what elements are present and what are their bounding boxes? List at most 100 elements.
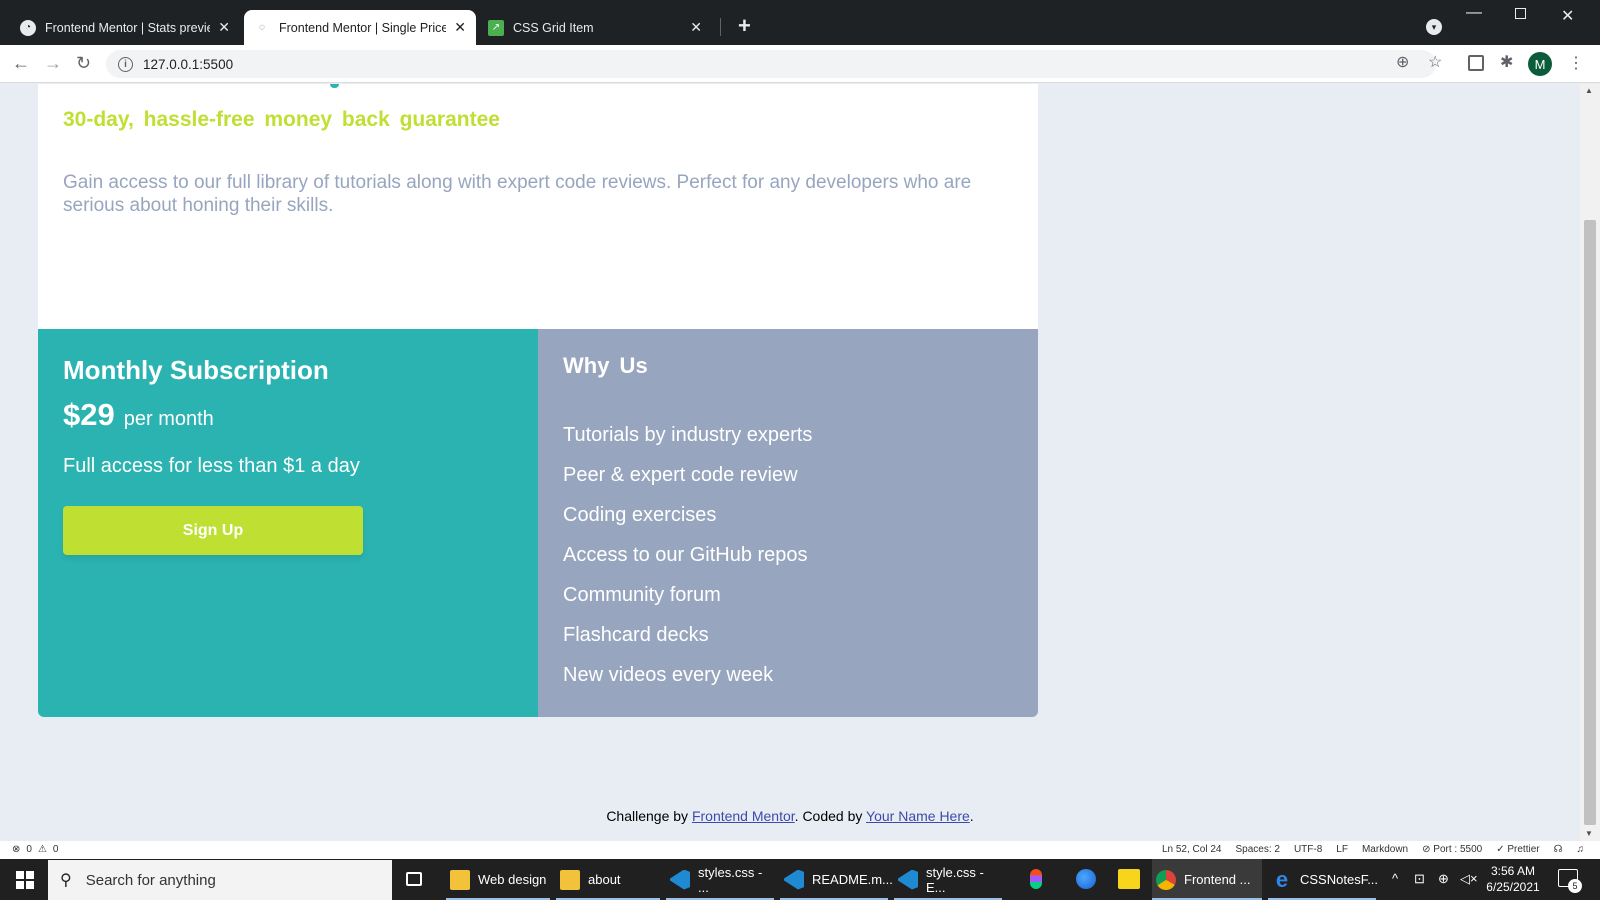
port-icon: ⊘ (1422, 844, 1434, 855)
browser-toolbar: ← → ↻ i 127.0.0.1:5500 ⊕ ☆ ✱ M ⋮ (0, 45, 1600, 83)
error-icon: ⊗ (12, 844, 21, 855)
bookmark-star-icon[interactable]: ☆ (1428, 52, 1442, 72)
frontend-mentor-link[interactable]: Frontend Mentor (692, 808, 795, 824)
list-item: Tutorials by industry experts (563, 424, 813, 446)
attribution-suffix: . (969, 808, 974, 824)
tab-css-grid-item[interactable]: ↗ CSS Grid Item ✕ (478, 10, 712, 45)
list-item: Peer & expert code review (563, 464, 798, 486)
zoom-icon[interactable]: ⊕ (1396, 52, 1409, 72)
browser-tab-bar: ◔ Frontend Mentor | Stats preview ✕ ◌ Fr… (0, 0, 1600, 45)
tab-title: Frontend Mentor | Stats preview (45, 20, 211, 35)
scroll-thumb[interactable] (1584, 220, 1596, 825)
figma-icon[interactable] (1030, 869, 1042, 889)
new-tab-icon[interactable]: + (738, 14, 751, 38)
meet-now-icon[interactable]: ⊡ (1414, 871, 1425, 887)
taskbar-item-style-css[interactable]: style.css - E... (894, 859, 1002, 900)
taskbar-item-styles-css[interactable]: styles.css - ... (666, 859, 774, 900)
chart-favicon-icon: ↗ (488, 19, 504, 36)
taskbar-item-readme[interactable]: README.m... (780, 859, 893, 900)
prettier-status[interactable]: ✓ Prettier (1496, 844, 1539, 855)
close-icon[interactable]: ✕ (454, 19, 466, 36)
notification-badge: 5 (1568, 879, 1582, 893)
bell-icon[interactable]: ♫ (1577, 844, 1585, 855)
taskbar-item-label: Web design (478, 872, 547, 887)
vscode-icon (784, 869, 804, 890)
chevron-up-icon[interactable]: ^ (1392, 871, 1398, 886)
sticky-notes-icon[interactable] (1118, 869, 1140, 889)
encoding[interactable]: UTF-8 (1294, 844, 1322, 855)
sign-up-button[interactable]: Sign Up (63, 506, 363, 555)
price-amount: $29 (63, 397, 115, 432)
cursor-position[interactable]: Ln 52, Col 24 (1162, 844, 1222, 855)
loading-favicon-icon: ◌ (259, 22, 265, 33)
taskbar-item-about[interactable]: about (556, 859, 660, 900)
address-bar[interactable]: i 127.0.0.1:5500 (106, 50, 1436, 78)
site-info-icon[interactable]: i (118, 56, 133, 72)
task-view-icon[interactable] (406, 872, 422, 886)
why-us-list: Tutorials by industry experts Peer & exp… (563, 423, 812, 703)
taskbar-clock[interactable]: 3:56 AM 6/25/2021 (1480, 863, 1546, 895)
taskbar-item-edge[interactable]: e CSSNotesF... (1268, 859, 1379, 900)
tab-title: CSS Grid Item (513, 20, 594, 35)
folder-icon (450, 869, 470, 890)
card-top-section: 30-day, hassle-free money back guarantee… (38, 84, 1038, 329)
back-icon[interactable]: ← (12, 53, 30, 74)
puzzle-extensions-icon[interactable]: ✱ (1500, 52, 1513, 72)
clock-date: 6/25/2021 (1486, 880, 1540, 894)
subscription-title: Monthly Subscription (63, 355, 329, 385)
tab-search-icon[interactable]: ▾ (1426, 19, 1442, 35)
folder-icon (560, 869, 580, 890)
taskbar-item-label: CSSNotesF... (1300, 872, 1379, 887)
window-close-icon[interactable]: ✕ (1561, 6, 1574, 26)
warning-count: 0 (52, 844, 59, 855)
tab-title: Frontend Mentor | Single Price G (279, 20, 447, 35)
windows-taskbar: ⚲ Search for anything Web design about s… (0, 859, 1600, 900)
taskbar-item-chrome[interactable]: Frontend ... (1152, 859, 1262, 900)
list-item: New videos every week (563, 664, 774, 686)
chrome-icon (1156, 869, 1176, 890)
close-icon[interactable]: ✕ (218, 19, 230, 36)
volume-muted-icon[interactable]: ◁× (1460, 871, 1478, 887)
search-icon: ⚲ (60, 872, 72, 889)
avatar[interactable]: M (1528, 52, 1552, 76)
reload-icon[interactable]: ↻ (76, 53, 91, 74)
taskbar-item-label: Frontend ... (1184, 872, 1251, 887)
scroll-down-icon[interactable]: ▼ (1585, 829, 1593, 838)
warning-icon: ⚠ (37, 844, 47, 855)
taskbar-item-web-design[interactable]: Web design (446, 859, 550, 900)
scroll-up-icon[interactable]: ▲ (1585, 86, 1593, 95)
language-mode[interactable]: Markdown (1362, 844, 1408, 855)
attribution-middle: . Coded by (794, 808, 867, 824)
minimize-icon[interactable]: — (1466, 4, 1482, 22)
problems-indicator[interactable]: ⊗ 0 ⚠ 0 (12, 844, 58, 855)
taskbar-search-input[interactable]: ⚲ Search for anything (48, 860, 392, 900)
list-item: Flashcard decks (563, 624, 709, 646)
price-unit: per month (123, 408, 214, 430)
indentation[interactable]: Spaces: 2 (1235, 844, 1279, 855)
tab-separator (720, 18, 721, 36)
feedback-icon[interactable]: ☊ (1554, 844, 1563, 855)
maximize-icon[interactable] (1515, 8, 1526, 19)
more-menu-icon[interactable]: ⋮ (1568, 54, 1584, 74)
status-right-group: Ln 52, Col 24 Spaces: 2 UTF-8 LF Markdow… (1162, 844, 1584, 855)
tab-single-price[interactable]: ◌ Frontend Mentor | Single Price G ✕ (244, 10, 476, 45)
line-ending[interactable]: LF (1336, 844, 1348, 855)
why-us-panel: Why Us Tutorials by industry experts Pee… (538, 329, 1038, 717)
live-server-port[interactable]: ⊘ Port : 5500 (1422, 844, 1482, 855)
globe-network-icon[interactable]: ⊕ (1438, 871, 1449, 887)
error-count: 0 (26, 844, 32, 855)
forward-icon[interactable]: → (44, 53, 62, 74)
taskbar-item-label: README.m... (812, 872, 893, 887)
firefox-icon[interactable] (1076, 869, 1096, 889)
check-icon: ✓ (1496, 844, 1508, 855)
close-icon[interactable]: ✕ (690, 19, 702, 36)
page-viewport: 30-day, hassle-free money back guarantee… (0, 84, 1580, 841)
page-scrollbar[interactable]: ▲ ▼ (1580, 84, 1600, 841)
tab-stats-preview[interactable]: ◔ Frontend Mentor | Stats preview ✕ (10, 10, 240, 45)
taskbar-item-label: style.css - E... (926, 864, 984, 895)
windows-start-icon[interactable] (16, 871, 34, 889)
taskbar-item-label: styles.css - ... (698, 864, 763, 895)
extension-icon[interactable] (1468, 55, 1484, 71)
author-link[interactable]: Your Name Here (866, 808, 970, 824)
port-label: Port : 5500 (1433, 844, 1483, 855)
